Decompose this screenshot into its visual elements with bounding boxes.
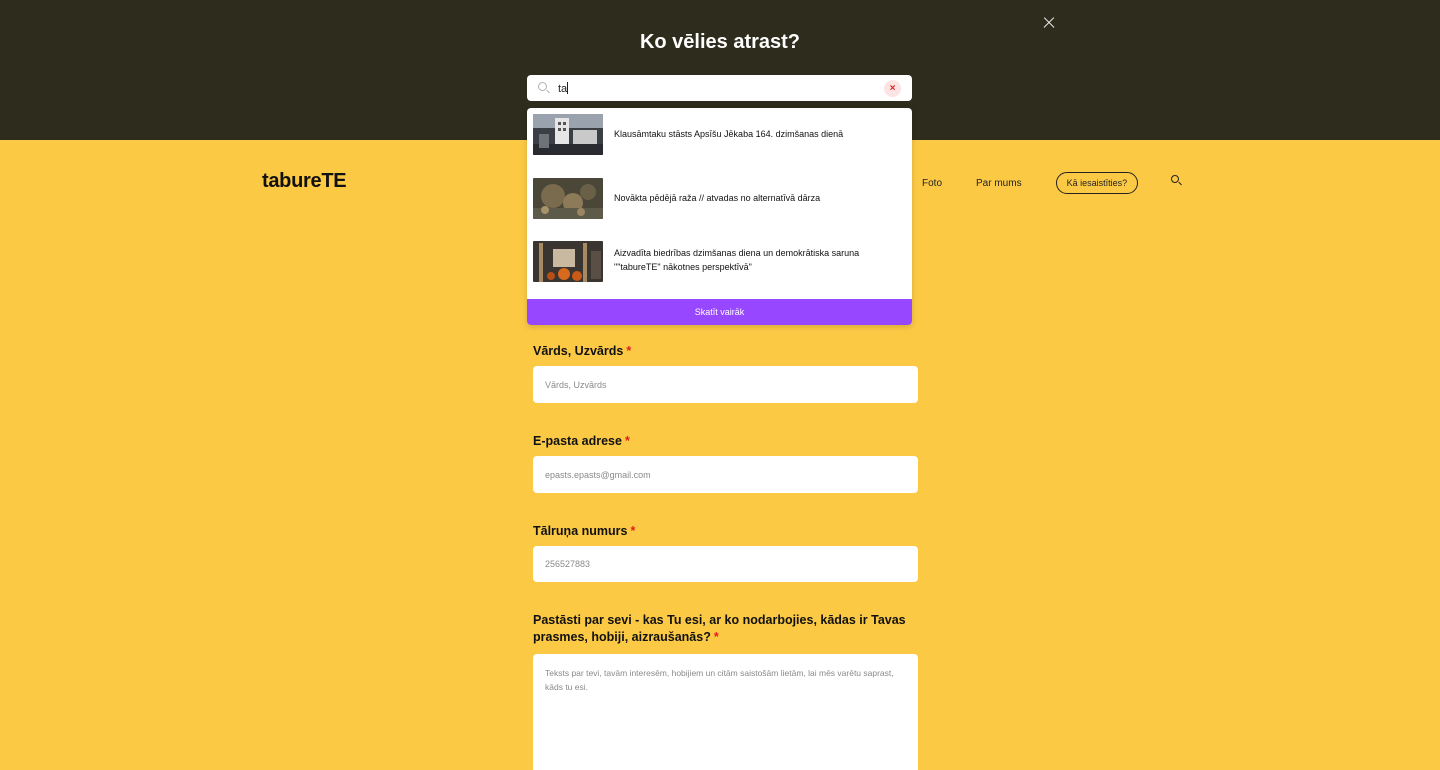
clear-search-icon[interactable]: × <box>884 79 901 97</box>
search-result-item[interactable]: Aizvadīta biedrības dzimšanas diena un d… <box>527 238 912 286</box>
phone-placeholder: 256527883 <box>545 559 591 569</box>
about-textarea[interactable]: Teksts par tevi, tavām interesēm, hobiji… <box>533 654 918 770</box>
phone-field[interactable]: 256527883 <box>533 546 918 582</box>
about-placeholder: Teksts par tevi, tavām interesēm, hobiji… <box>545 668 894 692</box>
required-mark: * <box>624 434 630 448</box>
see-more-button[interactable]: Skatīt vairāk <box>527 299 912 325</box>
nav-link-par-mums[interactable]: Par mums <box>976 178 1022 189</box>
main-nav: Foto Par mums Kā iesaistīties? <box>922 172 1184 194</box>
result-title: Klausāmtaku stāsts Apsīšu Jēkaba 164. dz… <box>614 129 844 139</box>
site-logo[interactable]: tabureTE <box>262 170 347 193</box>
nav-search-icon[interactable] <box>1170 174 1184 188</box>
required-mark: * <box>713 630 719 644</box>
result-thumbnail <box>533 114 603 155</box>
search-query: ta <box>558 81 569 95</box>
result-title: Novākta pēdējā raža // atvadas no altern… <box>614 193 821 203</box>
phone-label: Tālruņa numurs * <box>533 524 636 538</box>
nav-link-foto[interactable]: Foto <box>922 178 942 189</box>
search-result-item[interactable]: Novākta pēdējā raža // atvadas no altern… <box>527 174 912 222</box>
nav-cta-button[interactable]: Kā iesaistīties? <box>1055 172 1139 194</box>
result-thumbnail <box>533 241 603 282</box>
name-placeholder: Vārds, Uzvārds <box>545 379 607 390</box>
search-icon <box>537 81 551 95</box>
about-label: Pastāsti par sevi - kas Tu esi, ar ko no… <box>533 613 906 644</box>
close-icon[interactable] <box>1041 15 1057 31</box>
required-mark: * <box>630 524 636 538</box>
email-field[interactable]: epasts.epasts@gmail.com <box>533 456 918 493</box>
result-title: Aizvadīta biedrības dzimšanas diena un d… <box>614 248 860 272</box>
required-mark: * <box>626 344 632 358</box>
search-result-item[interactable]: Klausāmtaku stāsts Apsīšu Jēkaba 164. dz… <box>527 110 912 158</box>
search-results-dropdown: Klausāmtaku stāsts Apsīšu Jēkaba 164. dz… <box>527 108 912 325</box>
result-thumbnail <box>533 178 603 219</box>
search-input[interactable]: ta × <box>527 75 912 101</box>
name-label: Vārds, Uzvārds * <box>533 344 632 358</box>
search-overlay-title: Ko vēlies atrast? <box>639 31 801 53</box>
email-placeholder: epasts.epasts@gmail.com <box>545 469 651 480</box>
email-label: E-pasta adrese * <box>533 434 630 448</box>
name-field[interactable]: Vārds, Uzvārds <box>533 366 918 403</box>
